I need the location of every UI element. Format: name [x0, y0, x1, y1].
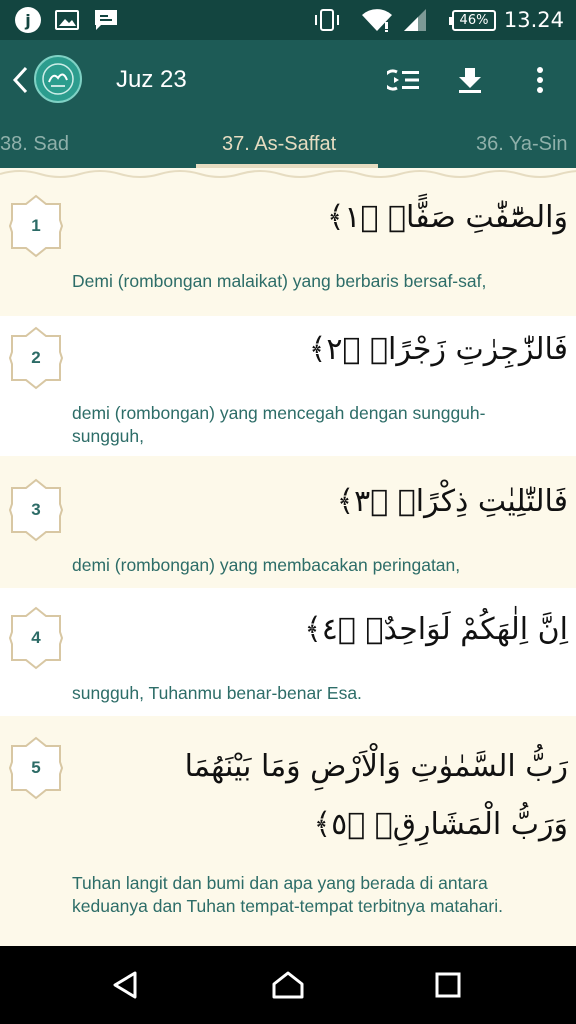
list-indent-icon: [387, 69, 419, 91]
list-indent-button[interactable]: [384, 60, 424, 100]
translation-text: demi (rombongan) yang mencegah dengan su…: [72, 403, 486, 446]
status-time: 13.24: [503, 8, 564, 32]
verse-number: 4: [31, 628, 41, 647]
app-bar: Juz 23: [0, 40, 576, 120]
translation-text: demi (rombongan) yang membacakan peringa…: [72, 555, 461, 575]
surah-tabs: 38. Sad 37. As-Saffat 36. Ya-Sin: [0, 120, 576, 168]
verse-item[interactable]: 2 فَالزّٰجِرٰتِ زَجْرًاۙ ﴿٢﴾ demi (rombo…: [0, 316, 576, 456]
back-triangle-icon: [113, 971, 137, 999]
translation-text: Tuhan langit dan bumi dan apa yang berad…: [72, 873, 503, 916]
signal-icon: [402, 0, 428, 40]
recents-icon: [435, 972, 461, 998]
verse-item[interactable]: 5 رَبُّ السَّمٰوٰتِ وَالْاَرْضِ وَمَا بَ…: [0, 718, 576, 934]
verse-number: 1: [31, 216, 41, 235]
nav-recents-button[interactable]: [428, 965, 468, 1005]
wifi-icon: [360, 0, 394, 40]
download-icon: [459, 68, 481, 93]
verse-number: 5: [31, 758, 41, 777]
verse-number-badge: 4: [8, 606, 64, 670]
verse-item[interactable]: 3 فَالتّٰلِيٰتِ ذِكْرًاۙ ﴿٣﴾ demi (rombo…: [0, 458, 576, 586]
tab-sad[interactable]: 38. Sad: [0, 120, 69, 168]
quran-logo-icon[interactable]: [34, 55, 82, 103]
download-button[interactable]: [450, 60, 490, 100]
vibrate-icon: [312, 0, 342, 40]
quran-app-notification-icon: j: [12, 0, 44, 40]
battery-level: 46%: [459, 12, 489, 28]
verse-number-badge: 3: [8, 478, 64, 542]
verse-number-badge: 2: [8, 326, 64, 390]
verse-number: 2: [31, 348, 41, 367]
page-title: Juz 23: [116, 66, 187, 93]
message-notification-icon: [92, 0, 120, 40]
verse-item[interactable]: 4 اِنَّ اِلٰهَكُمْ لَوَاحِدٌۗ ﴿٤﴾ sunggu…: [0, 588, 576, 716]
more-vert-icon: [537, 67, 543, 93]
status-bar: j 46% 13.24: [0, 0, 576, 40]
nav-back-button[interactable]: [106, 965, 146, 1005]
back-button[interactable]: [8, 60, 32, 100]
verse-number-badge: 1: [8, 194, 64, 258]
arabic-text: فَالتّٰلِيٰتِ ذِكْرًاۙ ﴿٣﴾: [336, 484, 568, 519]
battery-icon: 46%: [449, 0, 496, 40]
arabic-text: رَبُّ السَّمٰوٰتِ وَالْاَرْضِ وَمَا بَيْ…: [184, 749, 568, 842]
nav-home-button[interactable]: [268, 965, 308, 1005]
ornament-border: [0, 170, 576, 178]
system-nav-bar: [0, 946, 576, 1024]
tab-ya-sin[interactable]: 36. Ya-Sin: [476, 120, 568, 168]
verse-list[interactable]: 1 وَالصّٰٓفّٰتِ صَفًّاۙ ﴿١﴾ Demi (rombon…: [0, 168, 576, 946]
translation-text: Demi (rombongan malaikat) yang berbaris …: [72, 271, 487, 291]
arabic-text: فَالزّٰجِرٰتِ زَجْرًاۙ ﴿٢﴾: [308, 332, 568, 367]
verse-number-badge: 5: [8, 736, 64, 800]
image-notification-icon: [54, 0, 80, 40]
arabic-text: وَالصّٰٓفّٰتِ صَفًّاۙ ﴿١﴾: [326, 200, 568, 235]
arabic-text: اِنَّ اِلٰهَكُمْ لَوَاحِدٌۗ ﴿٤﴾: [304, 612, 568, 647]
more-options-button[interactable]: [520, 60, 560, 100]
translation-text: sungguh, Tuhanmu benar-benar Esa.: [72, 683, 362, 703]
home-icon: [272, 971, 304, 999]
verse-item[interactable]: 1 وَالصّٰٓفّٰتِ صَفًّاۙ ﴿١﴾ Demi (rombon…: [0, 180, 576, 308]
tab-as-saffat[interactable]: 37. As-Saffat: [222, 120, 336, 168]
back-arrow-icon: [12, 66, 28, 94]
svg-text:j: j: [24, 11, 30, 30]
verse-number: 3: [31, 500, 41, 519]
